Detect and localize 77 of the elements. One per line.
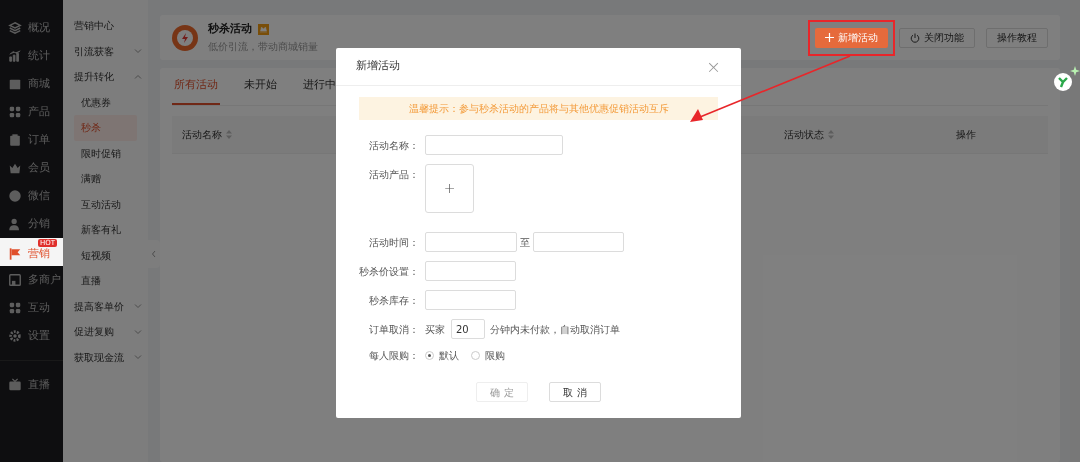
submenu-item[interactable]: 秒杀: [74, 115, 137, 141]
sidebar-item[interactable]: 设置: [0, 322, 63, 350]
input-field[interactable]: [425, 290, 516, 310]
plus-icon: [825, 33, 834, 42]
bar-chart-icon: [8, 49, 22, 63]
grid-icon: [8, 105, 22, 119]
sidebar-item[interactable]: 会员: [0, 154, 63, 182]
settings-icon: [8, 329, 22, 343]
crown-icon: [8, 161, 22, 175]
submenu-item[interactable]: 新客有礼: [74, 217, 137, 243]
range-separator: 至: [519, 235, 531, 250]
submenu-item[interactable]: 提高客单价: [63, 293, 148, 319]
input-field[interactable]: [533, 232, 624, 252]
submenu-item[interactable]: 互动活动: [74, 191, 137, 217]
tab[interactable]: 进行中: [301, 68, 338, 105]
sort-icon[interactable]: [226, 130, 232, 139]
submenu-item[interactable]: 提升转化: [63, 64, 148, 90]
radio-option[interactable]: 默认: [425, 348, 459, 363]
radio-button[interactable]: [471, 351, 480, 360]
clipboard-icon: [8, 133, 22, 147]
submenu-item[interactable]: 营销中心: [63, 13, 148, 39]
field-label: 活动时间：: [368, 235, 420, 250]
input-field[interactable]: [425, 232, 517, 252]
submenu-item[interactable]: 短视频: [74, 242, 137, 268]
submenu-item[interactable]: 促进复购: [63, 319, 148, 345]
dialog-button[interactable]: 取 消: [549, 382, 601, 402]
field-label: 秒杀库存：: [368, 293, 420, 308]
submenu-item[interactable]: 优惠券: [74, 89, 137, 115]
tv-icon: [8, 378, 22, 392]
assistant-icon[interactable]: [1053, 66, 1080, 94]
field-text: 分钟内未付款，自动取消订单: [489, 322, 620, 337]
submenu-item[interactable]: 满赠: [74, 166, 137, 192]
field-label: 活动产品：: [368, 168, 420, 182]
notice-banner: 温馨提示：参与秒杀活动的产品将与其他优惠促销活动互斥: [359, 97, 718, 120]
field-label: 每人限购：: [368, 349, 420, 363]
input-field[interactable]: [425, 261, 516, 281]
submenu-item[interactable]: 获取现金流: [63, 344, 148, 370]
user-icon: [8, 217, 22, 231]
column-header[interactable]: 操作: [934, 127, 1034, 142]
field-label: 订单取消：: [368, 322, 420, 337]
sidebar-item[interactable]: 统计: [0, 42, 63, 70]
upload-button[interactable]: +: [425, 164, 474, 213]
input-field[interactable]: [425, 135, 563, 155]
flash-sale-logo-icon: [172, 24, 198, 51]
input-field[interactable]: 20: [451, 319, 485, 339]
submenu-item[interactable]: 引流获客: [63, 38, 148, 64]
flag-icon: [8, 247, 22, 261]
dialog-title: 新增活动: [356, 58, 400, 75]
submenu-item[interactable]: 直播: [74, 268, 137, 294]
field-text: 买家: [425, 322, 446, 337]
layers-icon: [8, 21, 22, 35]
storefront-icon: [8, 273, 22, 287]
tab[interactable]: 所有活动: [172, 68, 220, 105]
sidebar-item[interactable]: 多商户: [0, 266, 63, 294]
toolbar-button[interactable]: 关闭功能: [899, 27, 975, 48]
page-title: 秒杀活动: [208, 20, 252, 37]
sidebar-item[interactable]: 商城: [0, 70, 63, 98]
close-button[interactable]: ×: [705, 57, 721, 76]
radio-option[interactable]: 限购: [471, 348, 505, 363]
radio-button[interactable]: [425, 351, 434, 360]
sidebar-item[interactable]: 直播: [0, 371, 63, 399]
toolbar-button[interactable]: 操作教程: [986, 27, 1048, 48]
power-icon: [910, 32, 920, 43]
sidebar-item[interactable]: 产品: [0, 98, 63, 126]
sort-icon[interactable]: [828, 130, 834, 139]
sidebar-item[interactable]: 分销: [0, 210, 63, 238]
column-header[interactable]: 活动状态: [784, 127, 934, 142]
grid-icon: [8, 301, 22, 315]
sidebar-item[interactable]: 微信: [0, 182, 63, 210]
sidebar-item[interactable]: 概况: [0, 14, 63, 42]
tab[interactable]: 未开始: [242, 68, 279, 105]
submenu-item[interactable]: 限时促销: [74, 140, 137, 166]
field-label: 秒杀价设置：: [358, 264, 420, 279]
sidebar-item[interactable]: 互动: [0, 294, 63, 322]
premium-icon: [258, 23, 269, 35]
sidebar-item[interactable]: 订单: [0, 126, 63, 154]
add-activity-button[interactable]: 新增活动: [815, 27, 888, 48]
